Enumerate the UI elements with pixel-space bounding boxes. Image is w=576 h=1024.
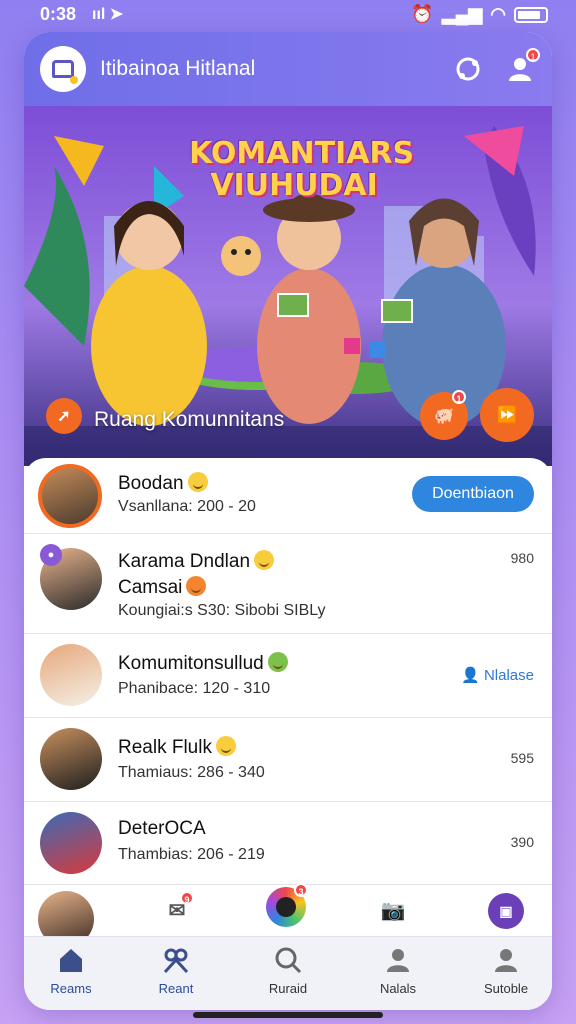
row-count: 595 xyxy=(510,750,534,766)
app-logo[interactable] xyxy=(40,46,86,92)
primary-action-button[interactable]: Doentbiaon xyxy=(412,476,534,512)
row-subtitle: Phanibace: 120 - 310 xyxy=(118,680,271,697)
list-item[interactable]: Realk Flulk Thamiaus: 286 - 340 595 xyxy=(24,718,552,802)
follow-link[interactable]: 👤 Nlalase xyxy=(461,666,534,684)
row-name: Boodan xyxy=(118,472,208,495)
status-right-icons: ⏰ ▂▄▆ ◠ xyxy=(411,4,548,25)
home-indicator[interactable] xyxy=(193,1012,383,1018)
row-name: Karama Dndlan xyxy=(118,550,275,573)
hero-title: KOMANTIARS VIUHUDAI xyxy=(189,136,415,203)
list-item[interactable]: Boodan Vsanllana: 200 - 20 Doentbiaon xyxy=(24,458,552,534)
inbox-icon[interactable]: ✉ 9 xyxy=(162,891,194,925)
status-signal-icons: ııl ➤ xyxy=(92,6,124,23)
smile-emoji-icon xyxy=(254,550,275,570)
app-title: Itibainoa Hitlanal xyxy=(100,57,256,80)
skip-forward-button[interactable]: ⏩ xyxy=(480,388,534,442)
laugh-emoji-icon xyxy=(186,576,207,596)
smile-emoji-icon xyxy=(215,736,236,756)
alarm-icon: ⏰ xyxy=(411,4,434,24)
hero-title-line1: KOMANTIARS xyxy=(189,136,415,171)
row-subtitle: Vsanllana: 200 - 20 xyxy=(118,498,256,515)
hero-title-line2: VIUHUDAI xyxy=(210,168,378,203)
notification-badge: 1 xyxy=(526,48,540,62)
battery-icon xyxy=(514,6,548,23)
person-add-icon: 👤 xyxy=(461,667,484,684)
stories-center xyxy=(276,897,296,917)
search-icon xyxy=(273,945,303,975)
camera-icon[interactable]: 📷 xyxy=(376,895,410,925)
avatar xyxy=(38,464,102,528)
avatar xyxy=(40,644,102,706)
user-icon xyxy=(383,945,413,975)
list-item[interactable]: DeterOCA Thambias: 206 - 219 390 xyxy=(24,802,552,884)
home-icon xyxy=(56,945,86,975)
tab-label: Reant xyxy=(158,981,194,996)
stories-badge: 3 xyxy=(294,883,308,897)
tab-label: Reams xyxy=(50,981,92,996)
wifi-icon: ◠ xyxy=(490,4,506,24)
house-icon xyxy=(52,60,74,78)
piggy-bank-icon: 🐖 xyxy=(434,408,454,425)
app-card: Itibainoa Hitlanal 1 KOMANTIARS VIUHUDAI… xyxy=(24,32,552,1010)
tab-user[interactable]: Nalals xyxy=(353,945,443,996)
hero-banner[interactable]: KOMANTIARS VIUHUDAI ➚ Ruang Komunnitans … xyxy=(24,106,552,466)
status-bar: 0:38 ııl ➤ ⏰ ▂▄▆ ◠ xyxy=(0,0,576,30)
tab-profile[interactable]: Sutoble xyxy=(461,945,551,996)
people-icon xyxy=(161,945,191,975)
status-time: 0:38 xyxy=(40,4,77,24)
avatar-status-icon: ● xyxy=(40,544,62,566)
smile-emoji-icon xyxy=(187,472,208,492)
stories-icon[interactable]: 3 xyxy=(266,883,308,927)
bottom-tab-bar: Reams Reant Ruraid Nalals Sutoble xyxy=(24,936,552,1010)
media-icon[interactable]: ▣ xyxy=(488,893,524,929)
row-subtitle: Thamiaus: 286 - 340 xyxy=(118,764,265,781)
list-item[interactable]: Komumitonsullud Phanibace: 120 - 310 👤 N… xyxy=(24,634,552,718)
user-icon[interactable]: 1 xyxy=(504,48,540,86)
inbox-badge: 9 xyxy=(180,891,194,905)
tab-label: Nalals xyxy=(379,981,417,996)
tab-people[interactable]: Reant xyxy=(131,945,221,996)
row-subtitle: Koungiai:s S30: Sibobi SIBLy xyxy=(118,602,326,619)
hero-caption: Ruang Komunnitans xyxy=(94,408,285,431)
row-name: Realk Flulk xyxy=(118,736,236,759)
sync-icon[interactable] xyxy=(452,54,484,86)
navigate-arrow-button[interactable]: ➚ xyxy=(46,398,82,434)
row-count: 980 xyxy=(510,550,534,566)
avatar xyxy=(40,728,102,790)
profile-icon xyxy=(491,945,521,975)
piggy-badge: 1 xyxy=(452,390,466,404)
avatar xyxy=(40,812,102,874)
row-name: Komumitonsullud xyxy=(118,652,288,675)
follow-label: Nlalase xyxy=(483,667,534,684)
fast-forward-icon: ⏩ xyxy=(497,407,517,424)
logo-dot xyxy=(70,76,78,84)
row-subtitle: Thambias: 206 - 219 xyxy=(118,846,265,863)
row-count: 390 xyxy=(510,834,534,850)
tab-home[interactable]: Reams xyxy=(26,945,116,996)
list-item[interactable]: ● Karama Dndlan Camsai Koungiai:s S30: S… xyxy=(24,534,552,634)
app-header: Itibainoa Hitlanal 1 xyxy=(24,32,552,106)
row-name-line2: Camsai xyxy=(118,576,207,599)
piggy-bank-button[interactable]: 🐖 1 xyxy=(420,390,468,440)
tab-label: Ruraid xyxy=(268,981,308,996)
tab-search[interactable]: Ruraid xyxy=(243,945,333,996)
tongue-emoji-icon xyxy=(267,652,288,672)
signal-icon: ▂▄▆ xyxy=(441,4,483,24)
quick-action-bar: ✉ 9 3 📷 ▣ xyxy=(24,883,552,947)
arrow-icon: ➚ xyxy=(57,408,71,425)
community-list: Boodan Vsanllana: 200 - 20 Doentbiaon ● … xyxy=(24,458,552,884)
tab-label: Sutoble xyxy=(483,981,529,996)
row-name: DeterOCA xyxy=(118,818,206,839)
